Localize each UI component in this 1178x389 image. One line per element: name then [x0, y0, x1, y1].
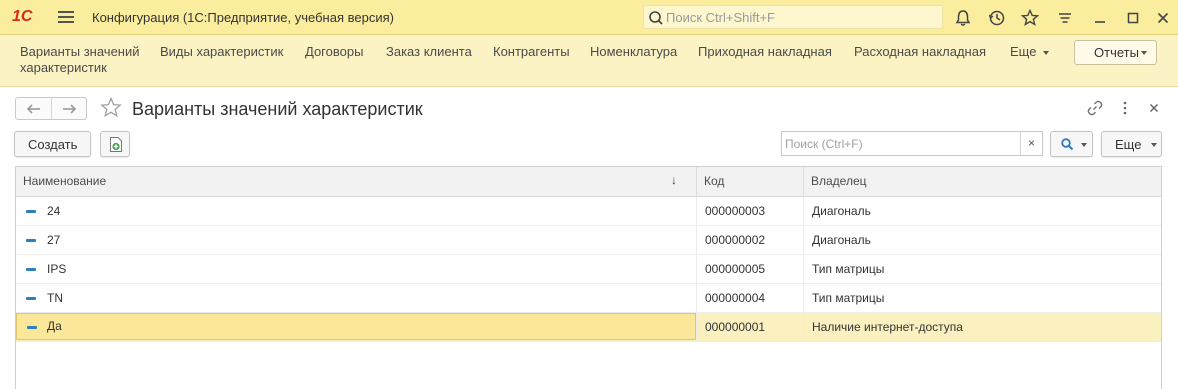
catalog-item-icon	[27, 326, 37, 329]
navigation-buttons	[15, 97, 87, 120]
sections-panel: Варианты значений характеристик Виды хар…	[0, 35, 1178, 87]
nav-separator	[51, 98, 52, 119]
create-button[interactable]: Создать	[14, 131, 91, 157]
maximize-icon[interactable]	[1123, 8, 1143, 28]
favorite-star-icon[interactable]	[99, 96, 123, 120]
cell-owner: Диагональ	[803, 197, 1161, 225]
back-arrow-icon[interactable]	[25, 102, 43, 116]
column-header-code-label: Код	[704, 174, 725, 188]
cell-code: 000000005	[696, 255, 803, 283]
cell-name: TN	[16, 284, 696, 312]
column-header-owner-label: Владелец	[811, 174, 867, 188]
table-header: Наименование ↓ Код Владелец	[16, 167, 1161, 197]
table-row[interactable]: TN 000000004 Тип матрицы	[16, 284, 1161, 313]
cell-name-text: Да	[47, 319, 62, 333]
clear-search-icon[interactable]: ×	[1020, 132, 1042, 155]
bell-icon[interactable]	[953, 8, 973, 28]
chevron-down-icon	[1081, 143, 1087, 147]
section-outgoing-invoice[interactable]: Расходная накладная	[854, 44, 986, 60]
cell-code: 000000002	[696, 226, 803, 254]
section-counterparties[interactable]: Контрагенты	[493, 44, 570, 60]
section-customer-order[interactable]: Заказ клиента	[386, 44, 472, 60]
reports-label: Отчеты	[1094, 45, 1139, 60]
history-icon[interactable]	[987, 8, 1007, 28]
app-logo[interactable]: 1С	[12, 8, 32, 26]
minimize-icon[interactable]	[1090, 8, 1110, 28]
settings-menu-icon[interactable]	[1055, 8, 1075, 28]
column-header-owner[interactable]: Владелец	[803, 167, 1161, 196]
section-incoming-invoice[interactable]: Приходная накладная	[698, 44, 832, 60]
section-nomenclature[interactable]: Номенклатура	[590, 44, 677, 60]
cell-name-text: TN	[47, 291, 63, 305]
app-title: Конфигурация (1С:Предприятие, учебная ве…	[92, 10, 394, 25]
catalog-item-icon	[26, 239, 36, 242]
cell-owner: Диагональ	[803, 226, 1161, 254]
title-bar: 1С Конфигурация (1С:Предприятие, учебная…	[0, 0, 1178, 35]
list-search-placeholder: Поиск (Ctrl+F)	[785, 137, 863, 151]
cell-name: 27	[16, 226, 696, 254]
search-icon	[1061, 138, 1074, 151]
form-title: Варианты значений характеристик	[132, 99, 423, 119]
create-label: Создать	[28, 137, 78, 152]
main-menu-icon[interactable]	[58, 11, 74, 23]
sections-more-label: Еще	[1010, 44, 1037, 59]
search-options-button[interactable]	[1050, 131, 1093, 157]
sections-more-button[interactable]: Еще	[1010, 44, 1049, 60]
table-row[interactable]: IPS 000000005 Тип матрицы	[16, 255, 1161, 284]
cell-name-text: 27	[47, 233, 61, 247]
column-header-code[interactable]: Код	[696, 167, 803, 196]
cell-code: 000000001	[696, 313, 803, 341]
catalog-item-icon	[26, 210, 36, 213]
catalog-item-icon	[26, 268, 36, 271]
cell-name-text: 24	[47, 204, 61, 218]
cell-name: IPS	[16, 255, 696, 283]
catalog-item-icon	[26, 297, 36, 300]
global-search-placeholder: Поиск Ctrl+Shift+F	[666, 10, 775, 25]
sort-descending-icon: ↓	[671, 173, 677, 187]
column-header-name-label: Наименование	[23, 174, 107, 188]
cell-code: 000000003	[696, 197, 803, 225]
link-icon[interactable]	[1086, 99, 1104, 117]
cell-name-text: IPS	[47, 262, 67, 276]
cell-owner: Тип матрицы	[803, 255, 1161, 283]
more-actions-icon[interactable]	[1116, 99, 1134, 117]
favorites-icon[interactable]	[1020, 8, 1040, 28]
table-row[interactable]: 27 000000002 Диагональ	[16, 226, 1161, 255]
copy-document-icon	[110, 137, 122, 152]
cell-owner: Наличие интернет-доступа	[803, 313, 1161, 341]
cell-name: 24	[16, 197, 696, 225]
more-commands-label: Еще	[1115, 137, 1142, 152]
reports-button[interactable]: Отчеты	[1074, 40, 1157, 65]
close-window-icon[interactable]	[1153, 8, 1173, 28]
create-copy-button[interactable]	[100, 131, 130, 157]
items-table: Наименование ↓ Код Владелец 24 000000003…	[15, 166, 1162, 389]
chevron-down-icon	[1141, 51, 1147, 55]
forward-arrow-icon[interactable]	[60, 102, 78, 116]
chevron-down-icon	[1151, 143, 1157, 147]
search-icon	[649, 11, 663, 25]
list-search-input[interactable]: Поиск (Ctrl+F) ×	[781, 131, 1043, 156]
section-characteristic-types[interactable]: Виды характеристик	[160, 44, 283, 60]
close-form-icon[interactable]	[1145, 99, 1163, 117]
more-commands-button[interactable]: Еще	[1101, 131, 1162, 157]
table-row[interactable]: 24 000000003 Диагональ	[16, 197, 1161, 226]
chevron-down-icon	[1043, 51, 1049, 55]
cell-code: 000000004	[696, 284, 803, 312]
section-characteristic-values[interactable]: Варианты значений характеристик	[20, 44, 145, 76]
cell-name: Да	[16, 313, 696, 340]
column-header-name[interactable]: Наименование	[16, 167, 696, 196]
global-search-input[interactable]: Поиск Ctrl+Shift+F	[643, 5, 943, 29]
table-row-selected[interactable]: Да 000000001 Наличие интернет-доступа	[16, 313, 1161, 342]
cell-owner: Тип матрицы	[803, 284, 1161, 312]
section-contracts[interactable]: Договоры	[305, 44, 363, 60]
